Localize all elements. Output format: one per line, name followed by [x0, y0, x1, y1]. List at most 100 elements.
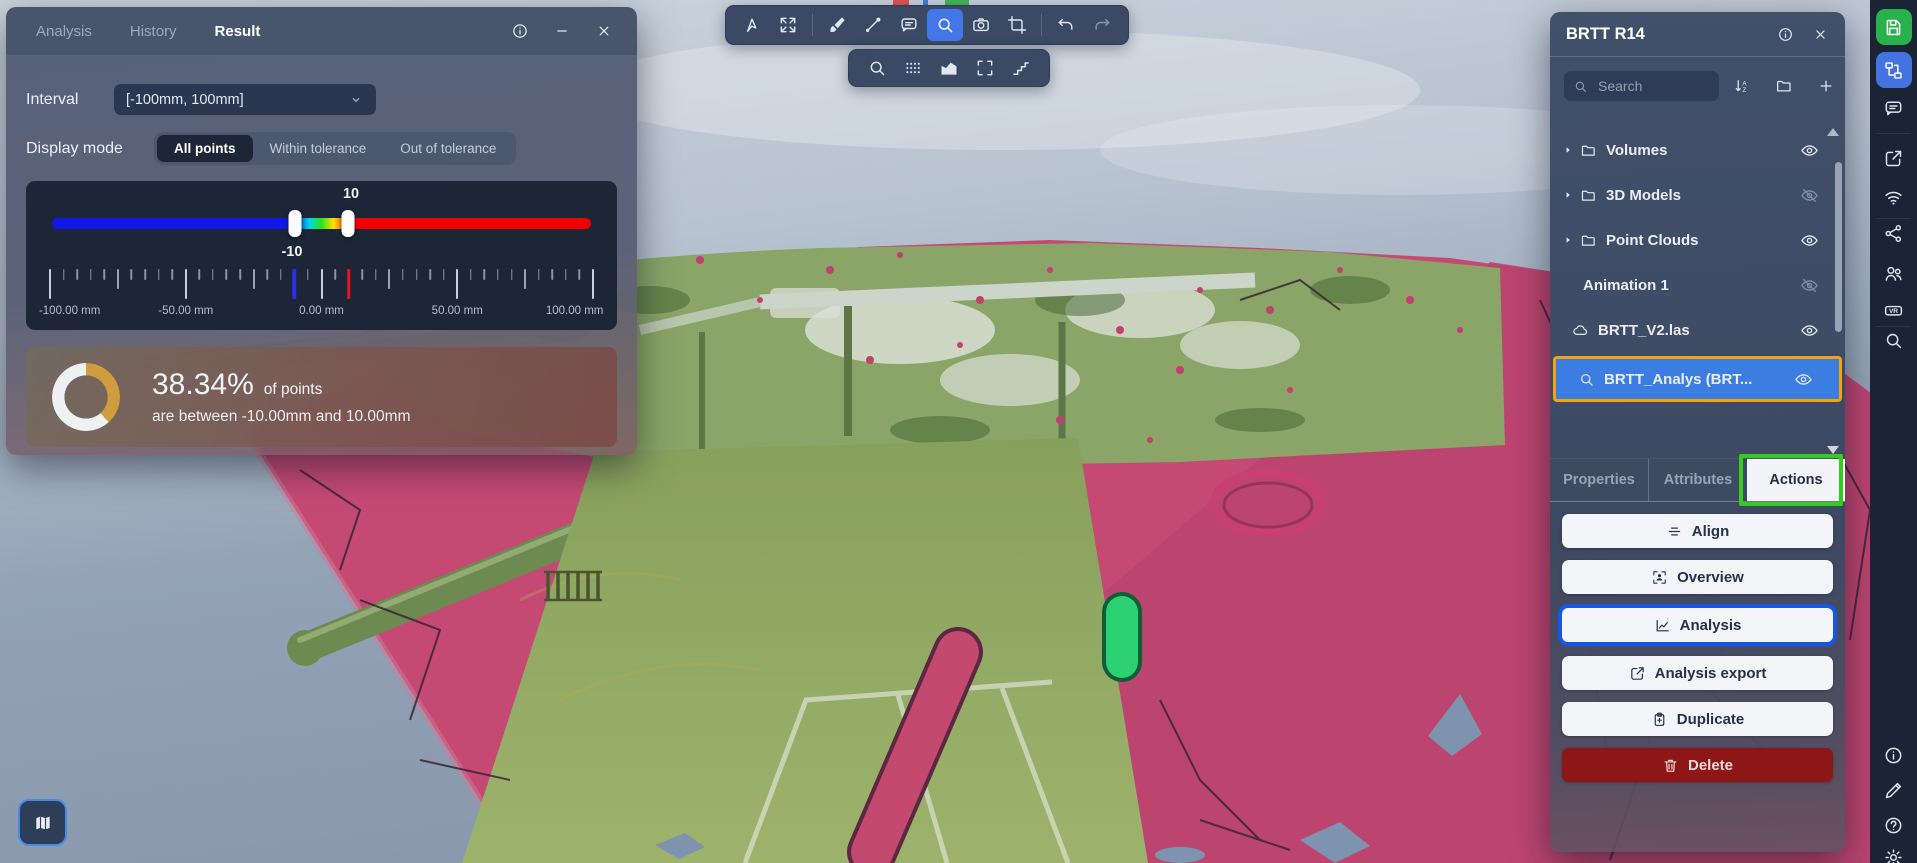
gradient-track[interactable]: [52, 218, 591, 229]
caret-right-icon[interactable]: [1563, 145, 1573, 155]
dialog-tab-history[interactable]: History: [130, 23, 177, 40]
minor-tick: [104, 269, 106, 280]
overview-button[interactable]: Overview: [1562, 560, 1833, 594]
expand-tool-button[interactable]: [770, 9, 806, 41]
close-icon[interactable]: [1812, 26, 1829, 43]
share-strip-button[interactable]: [1876, 215, 1912, 251]
info-icon[interactable]: [511, 22, 529, 40]
display-mode-option[interactable]: Within tolerance: [253, 135, 384, 162]
slider-handle-low[interactable]: [288, 210, 301, 237]
minor-tick: [470, 269, 472, 280]
duplicate-button[interactable]: Duplicate: [1562, 702, 1833, 736]
add-icon[interactable]: [1817, 77, 1835, 95]
interval-dropdown[interactable]: [-100mm, 100mm]: [114, 84, 376, 115]
dialog-tab-analysis[interactable]: Analysis: [36, 23, 92, 40]
tree-item-animation-1[interactable]: Animation 1: [1550, 266, 1845, 304]
tree-item-label: Point Clouds: [1606, 232, 1699, 249]
tree-item-label: BRTT_V2.las: [1598, 322, 1690, 339]
layers-panel-header[interactable]: BRTT R14: [1550, 12, 1845, 57]
external-strip-button[interactable]: [1876, 140, 1912, 176]
minor-tick: [76, 269, 78, 280]
tree-item-volumes[interactable]: Volumes: [1550, 131, 1845, 169]
caret-right-icon[interactable]: [1563, 235, 1573, 245]
scroll-up-arrow[interactable]: [1827, 128, 1839, 136]
chartline-icon: [1654, 617, 1671, 634]
major-tick: [321, 269, 323, 299]
camera-tool-button[interactable]: [963, 9, 999, 41]
display-mode-option[interactable]: Out of tolerance: [383, 135, 513, 162]
tab-properties[interactable]: Properties: [1550, 459, 1648, 501]
tree-item-3d-models[interactable]: 3D Models: [1550, 176, 1845, 214]
measure-tool-button[interactable]: [855, 9, 891, 41]
minor-tick: [375, 269, 377, 280]
new-folder-icon[interactable]: [1775, 77, 1793, 95]
info-strip-button[interactable]: [1876, 737, 1912, 773]
info-icon[interactable]: [1777, 26, 1794, 43]
align-button[interactable]: Align: [1562, 514, 1833, 548]
frame-tool-button[interactable]: [967, 52, 1003, 84]
comment-tool-button[interactable]: [891, 9, 927, 41]
svg-text:VR: VR: [1889, 308, 1898, 315]
areachart-tool-button[interactable]: [931, 52, 967, 84]
save-strip-button[interactable]: [1876, 9, 1912, 45]
steps-tool-button[interactable]: [1003, 52, 1039, 84]
magnifier-strip-button[interactable]: [1876, 322, 1912, 358]
magnifier-tool-button[interactable]: [927, 9, 963, 41]
users-icon: [1883, 263, 1904, 284]
tree-item-label: Volumes: [1606, 142, 1667, 159]
points-donut-chart: [52, 363, 120, 431]
crop-tool-button[interactable]: [999, 9, 1035, 41]
magnifier-tool-button[interactable]: [859, 52, 895, 84]
minor-tick: [511, 269, 513, 280]
gear-strip-button[interactable]: [1876, 839, 1912, 863]
tree-item-brtt-analys-brt-[interactable]: BRTT_Analys (BRT...: [1556, 359, 1839, 399]
navigate-tool-button[interactable]: [734, 9, 770, 41]
close-icon[interactable]: [595, 22, 613, 40]
medium-tick: [253, 269, 255, 289]
eye-icon[interactable]: [1800, 141, 1819, 160]
minimap-button[interactable]: [18, 799, 67, 846]
annotation-blue-ring: Analysis: [1558, 604, 1837, 646]
eye-off-icon[interactable]: [1800, 186, 1819, 205]
eye-icon[interactable]: [1800, 321, 1819, 340]
analysis-dialog-header[interactable]: Analysis History Result: [6, 7, 637, 55]
tree-item-point-clouds[interactable]: Point Clouds: [1550, 221, 1845, 259]
analysis-button[interactable]: Analysis: [1562, 608, 1833, 642]
display-mode-label: Display mode: [26, 140, 154, 158]
help-strip-button[interactable]: [1876, 807, 1912, 843]
wifi-strip-button[interactable]: [1876, 179, 1912, 215]
tree-item-brtt-v2-las[interactable]: BRTT_V2.las: [1550, 311, 1845, 349]
tree-icon: [1883, 60, 1904, 81]
slider-handle-high[interactable]: [342, 210, 355, 237]
display-mode-option[interactable]: All points: [157, 135, 253, 162]
tab-actions[interactable]: Actions: [1747, 459, 1845, 501]
search-input[interactable]: [1564, 71, 1719, 101]
tree-scrollbar[interactable]: [1835, 162, 1842, 332]
scroll-down-arrow[interactable]: [1827, 446, 1839, 454]
dots-tool-button[interactable]: [895, 52, 931, 84]
save-icon: [1883, 17, 1904, 38]
eye-icon[interactable]: [1800, 231, 1819, 250]
eye-off-icon[interactable]: [1800, 276, 1819, 295]
analysis-export-button[interactable]: Analysis export: [1562, 656, 1833, 690]
undo-tool-button[interactable]: [1048, 9, 1084, 41]
delete-button[interactable]: Delete: [1562, 748, 1833, 782]
tab-attributes[interactable]: Attributes: [1648, 459, 1747, 501]
tree-strip-button[interactable]: [1876, 52, 1912, 88]
search-field[interactable]: [1596, 77, 1710, 95]
main-toolbar: [725, 5, 1129, 45]
layers-panel: BRTT R14 AZ Volumes 3D Models Point Clouds…: [1550, 12, 1845, 852]
sort-icon[interactable]: AZ: [1733, 77, 1751, 95]
users-strip-button[interactable]: [1876, 255, 1912, 291]
redo-tool-button[interactable]: [1084, 9, 1120, 41]
brush-tool-button[interactable]: [819, 9, 855, 41]
caret-right-icon[interactable]: [1563, 190, 1573, 200]
dialog-tab-result[interactable]: Result: [215, 23, 261, 40]
expand-icon: [778, 15, 798, 35]
comment-strip-button[interactable]: [1876, 90, 1912, 126]
layer-tree: Volumes 3D Models Point Clouds Animation 1 B…: [1550, 101, 1845, 402]
minimize-icon[interactable]: [553, 22, 571, 40]
pencil-strip-button[interactable]: [1876, 772, 1912, 808]
eye-icon[interactable]: [1794, 370, 1813, 389]
magnifier-icon: [1883, 330, 1904, 351]
